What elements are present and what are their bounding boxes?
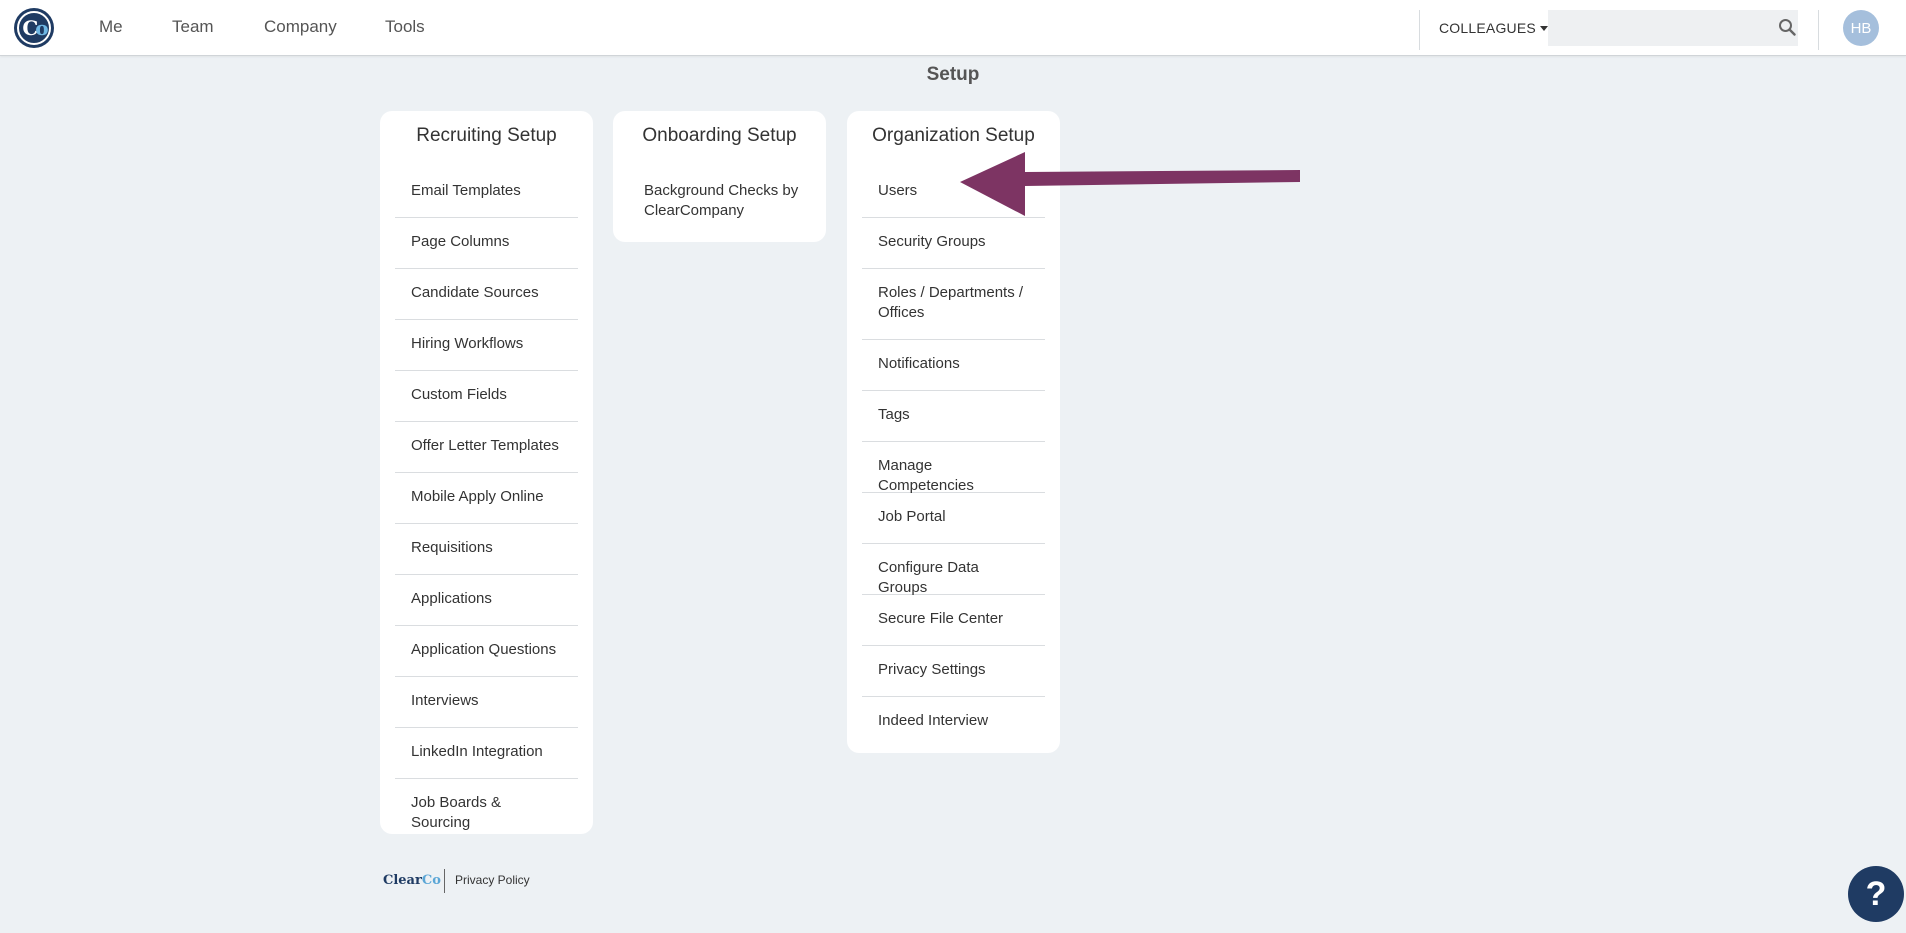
setup-link-mobile-apply-online[interactable]: Mobile Apply Online: [395, 473, 578, 524]
card-title: Recruiting Setup: [416, 125, 557, 146]
setup-link-email-templates[interactable]: Email Templates: [395, 167, 578, 218]
user-avatar[interactable]: HB: [1843, 10, 1879, 46]
nav-me[interactable]: Me: [99, 17, 123, 37]
setup-link-job-portal[interactable]: Job Portal: [862, 493, 1045, 544]
setup-link-application-questions[interactable]: Application Questions: [395, 626, 578, 677]
setup-link-requisitions[interactable]: Requisitions: [395, 524, 578, 575]
nav-company[interactable]: Company: [264, 17, 337, 37]
nav-tools[interactable]: Tools: [385, 17, 425, 37]
setup-link-indeed-interview[interactable]: Indeed Interview: [862, 697, 1045, 748]
privacy-policy-link[interactable]: Privacy Policy: [455, 873, 530, 887]
annotation-arrow-icon: [960, 152, 1300, 216]
setup-link-hiring-workflows[interactable]: Hiring Workflows: [395, 320, 578, 371]
setup-link-offer-letter-templates[interactable]: Offer Letter Templates: [395, 422, 578, 473]
footer-logo-text: Clear: [383, 873, 422, 888]
colleagues-label: COLLEAGUES: [1439, 20, 1536, 36]
footer-clearco-logo: ClearCo: [383, 873, 441, 888]
nav-divider: [1818, 10, 1819, 50]
top-navigation-bar: Co Me Team Company Tools COLLEAGUES HB: [0, 0, 1906, 56]
clearco-logo[interactable]: Co: [14, 8, 54, 48]
setup-link-background-checks[interactable]: Background Checks by ClearCompany: [628, 167, 811, 238]
onboarding-setup-list: Background Checks by ClearCompany: [628, 167, 811, 238]
setup-link-applications[interactable]: Applications: [395, 575, 578, 626]
setup-link-custom-fields[interactable]: Custom Fields: [395, 371, 578, 422]
setup-link-manage-competencies[interactable]: Manage Competencies: [862, 442, 1045, 494]
card-title: Onboarding Setup: [642, 125, 797, 146]
setup-link-secure-file-center[interactable]: Secure File Center: [862, 595, 1045, 646]
caret-down-icon: [1539, 25, 1548, 31]
setup-link-roles-departments-offices[interactable]: Roles / Departments / Offices: [862, 269, 1045, 340]
logo-mark: Co: [17, 11, 51, 45]
setup-link-page-columns[interactable]: Page Columns: [395, 218, 578, 269]
setup-link-linkedin-integration[interactable]: LinkedIn Integration: [395, 728, 578, 779]
setup-link-candidate-sources[interactable]: Candidate Sources: [395, 269, 578, 320]
help-button[interactable]: ?: [1848, 866, 1904, 922]
setup-link-interviews[interactable]: Interviews: [395, 677, 578, 728]
footer-logo-text-co: Co: [421, 873, 441, 888]
setup-link-job-boards-sourcing[interactable]: Job Boards & Sourcing: [395, 779, 578, 831]
recruiting-setup-list: Email Templates Page Columns Candidate S…: [395, 167, 578, 831]
recruiting-setup-card: Recruiting Setup Email Templates Page Co…: [380, 111, 593, 834]
setup-link-privacy-settings[interactable]: Privacy Settings: [862, 646, 1045, 697]
page-title: Setup: [926, 64, 980, 85]
setup-link-security-groups[interactable]: Security Groups: [862, 218, 1045, 269]
search-icon[interactable]: [1778, 18, 1796, 36]
setup-link-tags[interactable]: Tags: [862, 391, 1045, 442]
setup-link-configure-data-groups[interactable]: Configure Data Groups: [862, 544, 1045, 596]
setup-link-notifications[interactable]: Notifications: [862, 340, 1045, 391]
search-input[interactable]: [1548, 10, 1798, 46]
footer-divider: [444, 869, 445, 893]
organization-setup-list: Users Security Groups Roles / Department…: [862, 167, 1045, 748]
onboarding-setup-card: Onboarding Setup Background Checks by Cl…: [613, 111, 826, 242]
nav-divider: [1419, 10, 1420, 50]
colleagues-dropdown[interactable]: COLLEAGUES: [1439, 20, 1548, 36]
nav-team[interactable]: Team: [172, 17, 214, 37]
